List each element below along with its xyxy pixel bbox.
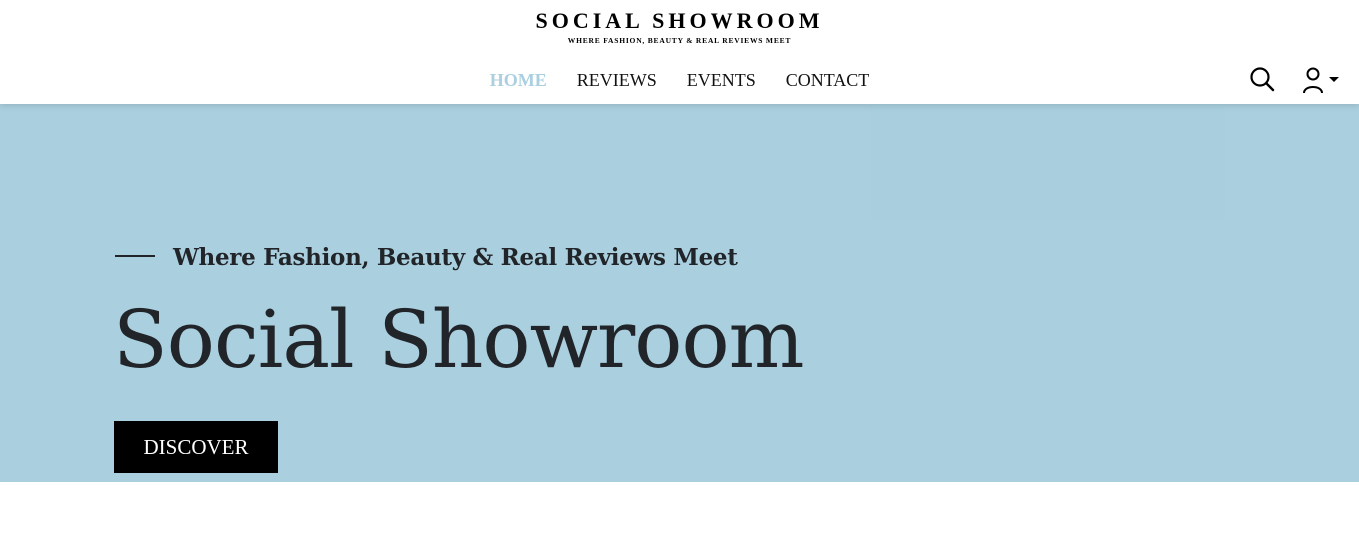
nav-home[interactable]: HOME	[490, 68, 547, 92]
nav-contact[interactable]: CONTACT	[786, 68, 870, 92]
search-icon	[1250, 67, 1275, 92]
nav-reviews[interactable]: REVIEWS	[577, 68, 657, 92]
main-nav: HOME REVIEWS EVENTS CONTACT	[0, 68, 1359, 92]
eyebrow-divider	[115, 255, 155, 257]
nav-events[interactable]: EVENTS	[687, 68, 756, 92]
discover-button[interactable]: DISCOVER	[114, 421, 278, 473]
site-header: SOCIAL SHOWROOM WHERE FASHION, BEAUTY & …	[0, 0, 1359, 104]
logo-title[interactable]: SOCIAL SHOWROOM	[0, 8, 1359, 34]
hero-eyebrow: Where Fashion, Beauty & Real Reviews Mee…	[173, 244, 738, 271]
user-icon	[1303, 67, 1323, 94]
caret-down-icon	[1329, 77, 1339, 82]
hero-background-image	[870, 104, 1225, 219]
search-button[interactable]	[1248, 65, 1276, 93]
hero-banner: Where Fashion, Beauty & Real Reviews Mee…	[0, 104, 1359, 482]
user-menu-button[interactable]	[1300, 65, 1342, 97]
logo-tagline: WHERE FASHION, BEAUTY & REAL REVIEWS MEE…	[567, 36, 792, 45]
site-logo[interactable]: SOCIAL SHOWROOM WHERE FASHION, BEAUTY & …	[0, 8, 1359, 46]
hero-title: Social Showroom	[113, 293, 804, 386]
